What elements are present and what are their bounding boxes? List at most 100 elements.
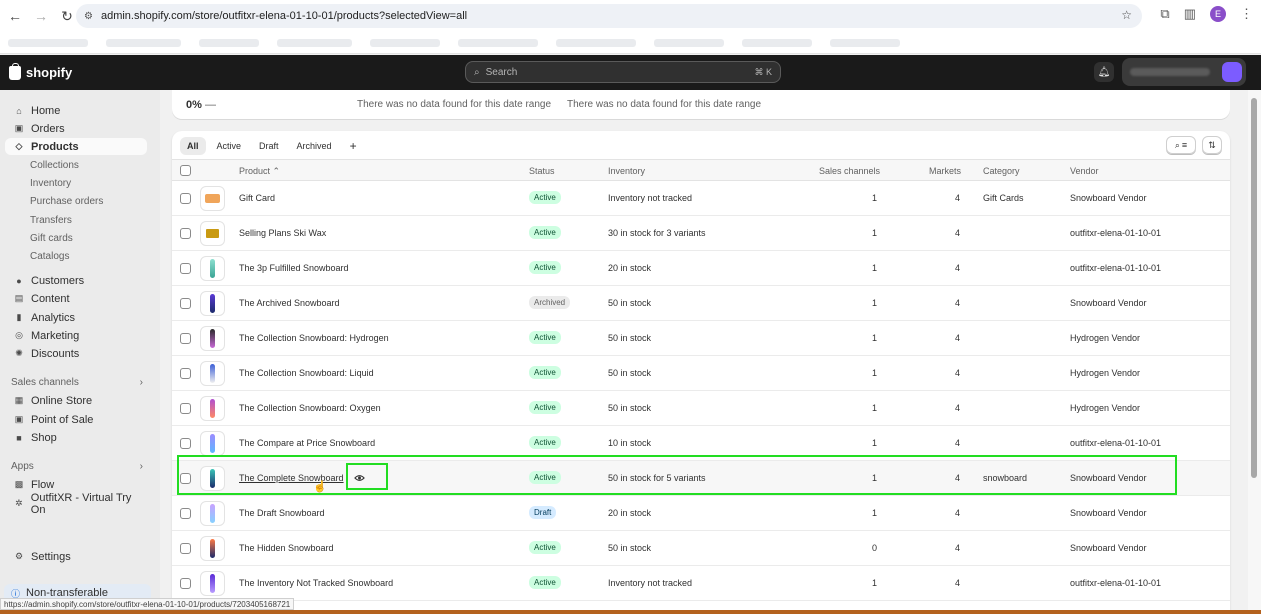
- product-name-link[interactable]: The Inventory Not Tracked Snowboard: [239, 578, 393, 588]
- product-name-link[interactable]: Selling Plans Ski Wax: [239, 228, 326, 238]
- sidebar-subitem-catalogs[interactable]: Catalogs: [30, 251, 69, 262]
- sidebar-item-analytics[interactable]: ▮ Analytics: [5, 309, 147, 326]
- sidebar-item-settings[interactable]: ⚙ Settings: [5, 548, 147, 565]
- row-checkbox[interactable]: [180, 508, 191, 519]
- address-bar[interactable]: ⚙ admin.shopify.com/store/outfitxr-elena…: [76, 4, 1142, 28]
- product-thumbnail[interactable]: [200, 571, 225, 596]
- row-checkbox[interactable]: [180, 298, 191, 309]
- bookmark-item[interactable]: [199, 38, 259, 47]
- row-checkbox[interactable]: [180, 333, 191, 344]
- row-checkbox[interactable]: [180, 578, 191, 589]
- row-checkbox[interactable]: [180, 228, 191, 239]
- row-checkbox[interactable]: [180, 438, 191, 449]
- product-name-link[interactable]: The Compare at Price Snowboard: [239, 438, 375, 448]
- shopify-logo[interactable]: shopify: [9, 62, 72, 80]
- tab-all[interactable]: All: [180, 137, 206, 155]
- tab-active[interactable]: Active: [210, 137, 249, 155]
- product-thumbnail[interactable]: [200, 536, 225, 561]
- tab-archived[interactable]: Archived: [290, 137, 339, 155]
- sidebar-subitem-transfers[interactable]: Transfers: [30, 215, 72, 226]
- bookmark-item[interactable]: [458, 38, 538, 47]
- table-row[interactable]: The Collection Snowboard: Oxygen Active …: [172, 391, 1230, 426]
- apps-heading[interactable]: Apps ›: [11, 461, 143, 472]
- row-checkbox[interactable]: [180, 368, 191, 379]
- product-name-link[interactable]: The Collection Snowboard: Hydrogen: [239, 333, 389, 343]
- product-thumbnail[interactable]: [200, 221, 225, 246]
- product-thumbnail[interactable]: [200, 361, 225, 386]
- sidebar-item-outfitxr[interactable]: ✲ OutfitXR - Virtual Try On: [5, 492, 147, 516]
- row-checkbox[interactable]: [180, 403, 191, 414]
- sidebar-item-customers[interactable]: ● Customers: [5, 272, 147, 289]
- product-thumbnail[interactable]: [200, 396, 225, 421]
- search-input[interactable]: ⌕ Search ⌘ K: [465, 61, 781, 83]
- bookmark-item[interactable]: [556, 38, 636, 47]
- sidebar-item-point-of-sale[interactable]: ▣ Point of Sale: [5, 411, 147, 428]
- bookmark-item[interactable]: [106, 38, 181, 47]
- product-thumbnail[interactable]: [200, 256, 225, 281]
- product-thumbnail[interactable]: [200, 431, 225, 456]
- table-row[interactable]: The Compare at Price Snowboard Active 10…: [172, 426, 1230, 461]
- scrollbar-thumb[interactable]: [1251, 98, 1257, 478]
- product-thumbnail[interactable]: [200, 466, 225, 491]
- product-thumbnail[interactable]: [200, 186, 225, 211]
- sidebar-item-home[interactable]: ⌂ Home: [5, 102, 147, 119]
- table-row[interactable]: The Complete Snowboard Active 50 in stoc…: [172, 461, 1230, 496]
- row-checkbox[interactable]: [180, 543, 191, 554]
- sidebar-subitem-gift-cards[interactable]: Gift cards: [30, 233, 73, 244]
- sidebar-item-online-store[interactable]: ▦ Online Store: [5, 392, 147, 409]
- page-scrollbar[interactable]: [1248, 90, 1261, 610]
- side-panel-icon[interactable]: ▥: [1184, 6, 1196, 22]
- sidebar-item-orders[interactable]: ▣ Orders: [5, 120, 147, 137]
- browser-menu-icon[interactable]: ⋮: [1240, 6, 1253, 22]
- tab-draft[interactable]: Draft: [252, 137, 286, 155]
- product-thumbnail[interactable]: [200, 291, 225, 316]
- bookmark-item[interactable]: [370, 38, 440, 47]
- sidebar-item-content[interactable]: ▤ Content: [5, 290, 147, 307]
- sidebar-subitem-inventory[interactable]: Inventory: [30, 178, 71, 189]
- back-icon[interactable]: ←: [4, 5, 26, 27]
- forward-icon[interactable]: →: [30, 5, 52, 27]
- preview-eye-icon[interactable]: [351, 470, 367, 486]
- product-name-link[interactable]: The Collection Snowboard: Oxygen: [239, 403, 381, 413]
- product-thumbnail[interactable]: [200, 326, 225, 351]
- product-name-link[interactable]: The Complete Snowboard: [239, 473, 344, 483]
- table-row[interactable]: The Draft Snowboard Draft 20 in stock 1 …: [172, 496, 1230, 531]
- product-name-link[interactable]: Gift Card: [239, 193, 275, 203]
- sidebar-item-shop[interactable]: ■ Shop: [5, 429, 147, 446]
- product-name-link[interactable]: The Hidden Snowboard: [239, 543, 334, 553]
- profile-avatar[interactable]: E: [1210, 6, 1226, 22]
- bookmark-item[interactable]: [277, 38, 352, 47]
- table-row[interactable]: The Archived Snowboard Archived 50 in st…: [172, 286, 1230, 321]
- reload-icon[interactable]: ↻: [56, 5, 78, 27]
- sidebar-item-marketing[interactable]: ◎ Marketing: [5, 327, 147, 344]
- column-product[interactable]: Product ⌃: [239, 166, 280, 177]
- product-name-link[interactable]: The Draft Snowboard: [239, 508, 325, 518]
- sidebar-subitem-collections[interactable]: Collections: [30, 160, 79, 171]
- bookmark-item[interactable]: [8, 38, 88, 47]
- bookmark-item[interactable]: [742, 38, 812, 47]
- sidebar-item-flow[interactable]: ▩ Flow: [5, 476, 147, 493]
- table-row[interactable]: Gift Card Active Inventory not tracked 1…: [172, 181, 1230, 216]
- table-row[interactable]: Selling Plans Ski Wax Active 30 in stock…: [172, 216, 1230, 251]
- product-thumbnail[interactable]: [200, 501, 225, 526]
- sidebar-item-discounts[interactable]: ✺ Discounts: [5, 345, 147, 362]
- table-row[interactable]: The Inventory Not Tracked Snowboard Acti…: [172, 566, 1230, 601]
- sidebar-subitem-purchase-orders[interactable]: Purchase orders: [30, 196, 103, 207]
- product-name-link[interactable]: The 3p Fulfilled Snowboard: [239, 263, 349, 273]
- extensions-icon[interactable]: ⧉: [1160, 6, 1169, 22]
- product-name-link[interactable]: The Collection Snowboard: Liquid: [239, 368, 374, 378]
- table-row[interactable]: The Collection Snowboard: Liquid Active …: [172, 356, 1230, 391]
- product-name-link[interactable]: The Archived Snowboard: [239, 298, 340, 308]
- row-checkbox[interactable]: [180, 193, 191, 204]
- sales-channels-heading[interactable]: Sales channels ›: [11, 377, 143, 388]
- search-filter-button[interactable]: ⌕ ≡: [1166, 136, 1196, 154]
- bookmark-star-icon[interactable]: ☆: [1121, 8, 1132, 22]
- row-checkbox[interactable]: [180, 263, 191, 274]
- bookmark-item[interactable]: [830, 38, 900, 47]
- notifications-bell-icon[interactable]: 🔔︎: [1094, 62, 1114, 82]
- table-row[interactable]: The Collection Snowboard: Hydrogen Activ…: [172, 321, 1230, 356]
- add-view-button[interactable]: +: [343, 137, 364, 155]
- site-info-icon[interactable]: ⚙: [84, 11, 93, 22]
- select-all-checkbox[interactable]: [180, 165, 191, 176]
- row-checkbox[interactable]: [180, 473, 191, 484]
